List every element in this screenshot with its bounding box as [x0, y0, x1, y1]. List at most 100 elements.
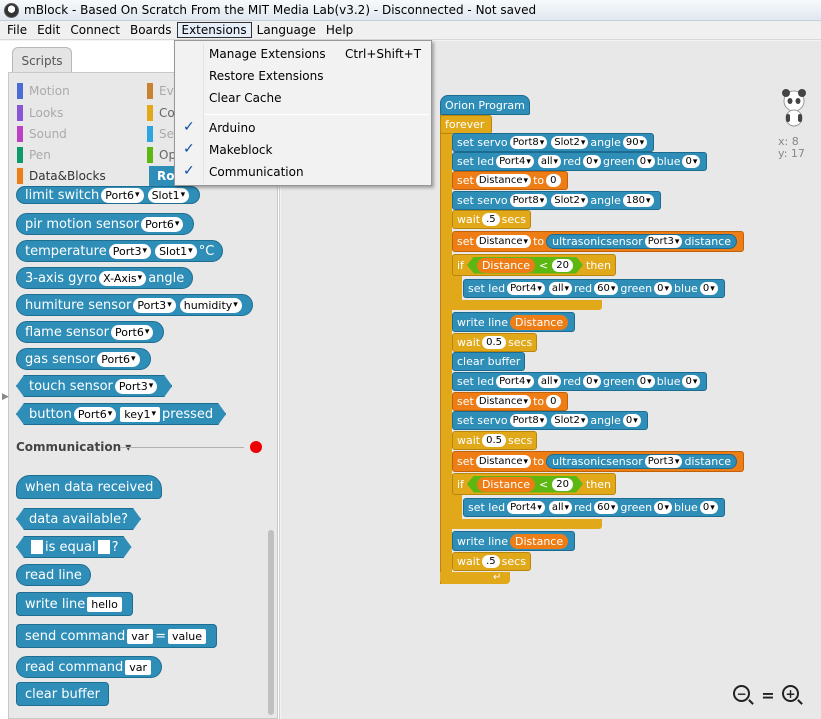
menu-item-communication[interactable]: Communication [209, 165, 304, 179]
variable-dropdown[interactable]: Distance [475, 174, 532, 187]
ultrasonic-reporter[interactable]: ultrasonicsensor Port3 distance [546, 454, 738, 469]
block-touch-sensor[interactable]: touch sensor Port3 [16, 375, 172, 397]
category-motion[interactable]: Motion [17, 81, 70, 101]
block-write-line[interactable]: write line hello [16, 592, 133, 616]
port-dropdown[interactable]: Port8 [509, 414, 548, 427]
script-wait[interactable]: wait 0.5 secs [452, 333, 538, 352]
script-set-variable[interactable]: set Distance to 0 [452, 171, 568, 190]
communication-section-header[interactable]: Communication ▾ [16, 440, 131, 454]
script-if[interactable]: if Distance < 20 then [452, 254, 617, 276]
less-than-condition[interactable]: Distance < 20 [467, 257, 583, 274]
zoom-reset-icon[interactable]: = [758, 685, 778, 705]
variable-dropdown[interactable]: Distance [475, 235, 532, 248]
palette-scrollbar[interactable] [268, 530, 274, 715]
script-set-servo[interactable]: set servo Port8 Slot2 angle 0 [452, 411, 648, 430]
block-flame-sensor[interactable]: flame sensor Port6 [16, 321, 165, 343]
category-data-blocks[interactable]: Data&Blocks [17, 166, 106, 186]
green-dropdown[interactable]: 0 [636, 155, 655, 168]
block-pir-motion-sensor[interactable]: pir motion sensor Port6 [16, 213, 195, 235]
distance-reporter[interactable]: Distance [510, 533, 569, 549]
script-set-variable[interactable]: set Distance to ultrasonicsensor Port3 d… [452, 451, 745, 472]
port-dropdown[interactable]: Port3 [115, 379, 157, 394]
port-dropdown[interactable]: Port6 [111, 324, 154, 340]
port-dropdown[interactable]: Port4 [496, 155, 534, 168]
menu-item-arduino[interactable]: Arduino [209, 121, 255, 135]
block-limit-switch[interactable]: limit switch Port6 Slot1 [16, 186, 201, 204]
value-input[interactable]: 0 [546, 174, 561, 187]
block-gas-sensor[interactable]: gas sensor Port6 [16, 348, 151, 370]
script-set-led[interactable]: set led Port4 all red 60 green 0 blue 0 [463, 498, 725, 517]
script-set-variable[interactable]: set Distance to 0 [452, 392, 568, 411]
menu-item-clear-cache[interactable]: Clear Cache [209, 91, 282, 105]
tab-scripts[interactable]: Scripts [12, 47, 72, 73]
wait-input[interactable]: .5 [482, 213, 500, 226]
led-index-dropdown[interactable]: all [537, 155, 562, 168]
wait-input[interactable]: 0.5 [482, 434, 507, 447]
red-dropdown[interactable]: 60 [594, 501, 619, 514]
script-hat-orion-program[interactable]: Orion Program [440, 95, 530, 115]
script-set-variable[interactable]: set Distance to ultrasonicsensor Port3 d… [452, 231, 745, 252]
port-dropdown[interactable]: Port4 [507, 501, 545, 514]
menu-item-restore-extensions[interactable]: Restore Extensions [209, 69, 324, 83]
block-3-axis-gyro[interactable]: 3-axis gyro X-Axis angle [16, 267, 194, 289]
led-index-dropdown[interactable]: all [548, 501, 573, 514]
palette-collapse-arrow-icon[interactable]: ▶ [2, 392, 9, 402]
slot-dropdown[interactable]: Slot1 [155, 243, 197, 259]
category-sensing[interactable]: Se [147, 124, 174, 144]
red-dropdown[interactable]: 0 [583, 375, 601, 388]
angle-dropdown[interactable]: 180 [622, 194, 654, 207]
port-dropdown[interactable]: Port6 [97, 351, 140, 367]
angle-dropdown[interactable]: 90 [622, 136, 648, 149]
menu-help[interactable]: Help [321, 22, 358, 38]
slot-dropdown[interactable]: Slot1 [147, 187, 190, 203]
port-dropdown[interactable]: Port6 [141, 216, 184, 232]
send-var-input[interactable]: var [127, 628, 154, 644]
script-set-servo[interactable]: set servo Port8 Slot2 angle 180 [452, 191, 661, 210]
menu-file[interactable]: File [2, 22, 32, 38]
block-read-line[interactable]: read line [16, 564, 91, 586]
string-input-b[interactable] [98, 540, 110, 554]
category-pen[interactable]: Pen [17, 145, 51, 165]
menu-extensions[interactable]: Extensions [176, 22, 252, 38]
script-write-line[interactable]: write line Distance [452, 531, 576, 551]
led-index-dropdown[interactable]: all [548, 282, 573, 295]
port-dropdown[interactable]: Port8 [509, 194, 548, 207]
distance-reporter[interactable]: Distance [477, 477, 535, 492]
script-set-servo[interactable]: set servo Port8 Slot2 angle 90 [452, 133, 655, 152]
red-dropdown[interactable]: 0 [583, 155, 601, 168]
category-events[interactable]: Ev [147, 81, 174, 101]
green-dropdown[interactable]: 0 [654, 282, 673, 295]
script-wait[interactable]: wait 0.5 secs [452, 431, 538, 450]
blue-dropdown[interactable]: 0 [699, 282, 718, 295]
block-is-equal[interactable]: is equal ? [16, 536, 132, 558]
block-when-data-received[interactable]: when data received [16, 475, 163, 499]
angle-dropdown[interactable]: 0 [622, 414, 641, 427]
script-forever[interactable]: forever [440, 115, 492, 134]
axis-dropdown[interactable]: X-Axis [99, 270, 147, 286]
key-dropdown[interactable]: key1 [120, 407, 160, 422]
wait-input[interactable]: .5 [482, 555, 500, 568]
slot-dropdown[interactable]: Slot2 [551, 414, 589, 427]
led-index-dropdown[interactable]: all [537, 375, 562, 388]
slot-dropdown[interactable]: Slot2 [551, 194, 589, 207]
script-wait[interactable]: wait .5 secs [452, 552, 531, 571]
port-dropdown[interactable]: Port3 [133, 297, 176, 313]
menu-language[interactable]: Language [252, 22, 321, 38]
category-sound[interactable]: Sound [17, 124, 67, 144]
menu-item-manage-extensions[interactable]: Manage Extensions [209, 47, 326, 61]
script-set-led[interactable]: set led Port4 all red 60 green 0 blue 0 [463, 279, 725, 298]
red-dropdown[interactable]: 60 [594, 282, 619, 295]
port-dropdown[interactable]: Port8 [509, 136, 548, 149]
menu-item-makeblock[interactable]: Makeblock [209, 143, 272, 157]
string-input-a[interactable] [31, 540, 43, 554]
block-read-command[interactable]: read command var [16, 656, 163, 678]
script-if[interactable]: if Distance < 20 then [452, 473, 617, 495]
category-operators[interactable]: Op [147, 145, 176, 165]
blue-dropdown[interactable]: 0 [682, 155, 701, 168]
block-clear-buffer[interactable]: clear buffer [16, 682, 109, 706]
green-dropdown[interactable]: 0 [654, 501, 673, 514]
read-var-input[interactable]: var [125, 659, 152, 675]
block-temperature[interactable]: temperature Port3 Slot1 °C [16, 240, 224, 262]
port-dropdown[interactable]: Port3 [644, 455, 683, 468]
type-dropdown[interactable]: humidity [179, 297, 242, 313]
